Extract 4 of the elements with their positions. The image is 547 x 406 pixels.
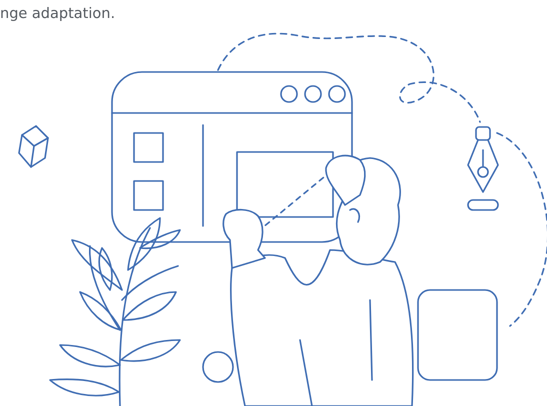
pen-nib-icon bbox=[467, 126, 499, 211]
intro-text: nge adaptation. bbox=[0, 5, 116, 24]
circle-shape bbox=[202, 351, 234, 383]
cube-icon bbox=[18, 125, 49, 168]
